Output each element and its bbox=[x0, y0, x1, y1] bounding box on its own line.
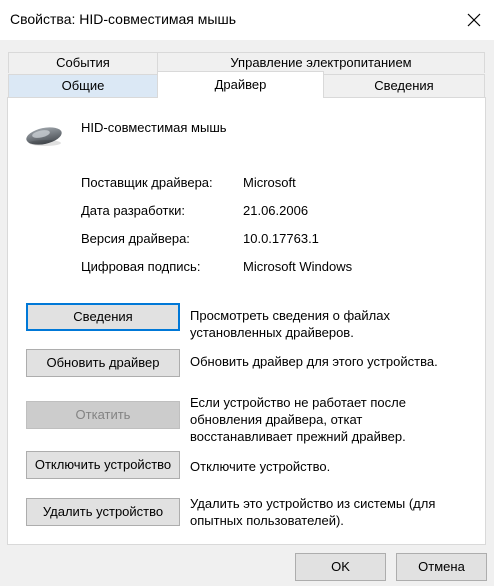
driver-details-button[interactable]: Сведения bbox=[26, 303, 180, 331]
uninstall-device-button[interactable]: Удалить устройство bbox=[26, 498, 180, 526]
tab-events[interactable]: События bbox=[8, 52, 158, 73]
rollback-driver-button: Откатить bbox=[26, 401, 180, 429]
info-value-date: 21.06.2006 bbox=[243, 203, 309, 218]
desc-line: опытных пользователей). bbox=[190, 513, 344, 528]
info-label-provider: Поставщик драйвера: bbox=[81, 175, 213, 190]
desc-line: установленных драйверов. bbox=[190, 325, 354, 340]
device-name: HID-совместимая мышь bbox=[81, 120, 227, 135]
disable-device-button[interactable]: Отключить устройство bbox=[26, 451, 180, 479]
tab-power-management[interactable]: Управление электропитанием bbox=[157, 52, 485, 73]
tab-driver[interactable]: Драйвер bbox=[157, 71, 324, 98]
tab-general[interactable]: Общие bbox=[8, 74, 158, 97]
info-label-version: Версия драйвера: bbox=[81, 231, 190, 246]
disable-device-desc: Отключите устройство. bbox=[190, 458, 330, 475]
desc-line: обновления драйвера, откат bbox=[190, 412, 363, 427]
rollback-driver-desc: Если устройство не работает после обновл… bbox=[190, 394, 406, 445]
mouse-icon bbox=[24, 122, 66, 150]
update-driver-desc: Обновить драйвер для этого устройства. bbox=[190, 353, 438, 370]
desc-line: Удалить это устройство из системы (для bbox=[190, 496, 436, 511]
desc-line: Отключите устройство. bbox=[190, 459, 331, 474]
close-icon[interactable] bbox=[462, 8, 486, 32]
driver-details-desc: Просмотреть сведения о файлах установлен… bbox=[190, 307, 390, 341]
desc-line: Если устройство не работает после bbox=[190, 395, 406, 410]
window-title: Свойства: HID-совместимая мышь bbox=[10, 11, 236, 27]
cancel-button[interactable]: Отмена bbox=[396, 553, 487, 581]
info-value-signature: Microsoft Windows bbox=[243, 259, 353, 274]
uninstall-device-desc: Удалить это устройство из системы (для о… bbox=[190, 495, 435, 529]
desc-line: восстанавливает прежний драйвер. bbox=[190, 429, 406, 444]
info-value-version: 10.0.17763.1 bbox=[243, 231, 319, 246]
info-value-provider: Microsoft bbox=[243, 175, 296, 190]
info-label-signature: Цифровая подпись: bbox=[81, 259, 201, 274]
desc-line: Обновить драйвер для этого устройства. bbox=[190, 354, 438, 369]
desc-line: Просмотреть сведения о файлах bbox=[190, 308, 390, 323]
info-label-date: Дата разработки: bbox=[81, 203, 186, 218]
tab-details[interactable]: Сведения bbox=[323, 74, 485, 97]
ok-button[interactable]: OK bbox=[295, 553, 386, 581]
update-driver-button[interactable]: Обновить драйвер bbox=[26, 349, 180, 377]
